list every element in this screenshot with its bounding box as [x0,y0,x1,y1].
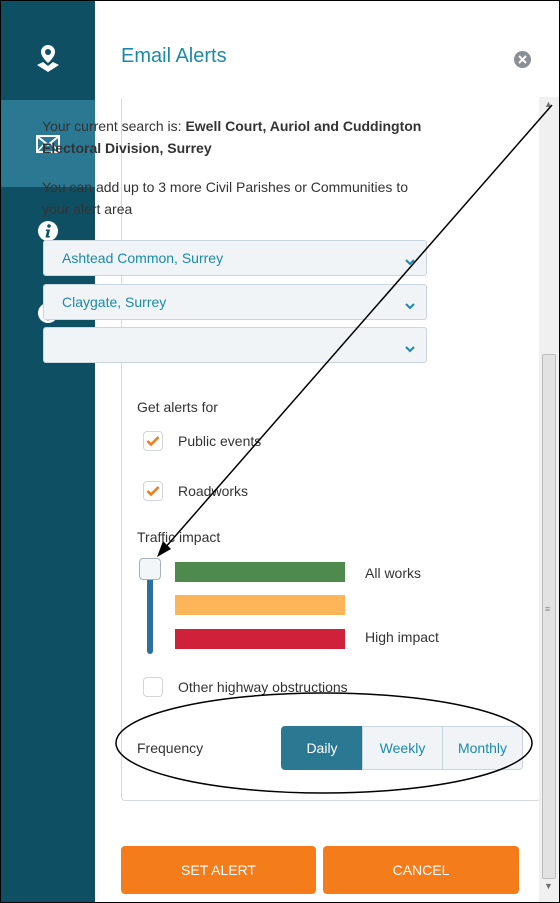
panel-title: Email Alerts [121,45,227,67]
get-alerts-heading: Get alerts for [137,399,218,415]
traffic-impact-slider-track[interactable] [147,568,153,654]
email-alerts-window: Email Alerts Your current search is: Ewe… [0,0,560,903]
set-alert-button[interactable]: SET ALERT [121,846,316,894]
chevron-down-icon [405,340,415,358]
area-select-3[interactable] [43,327,427,363]
info-icon [37,220,59,242]
frequency-daily-button[interactable]: Daily [281,726,363,770]
scroll-up-arrow-icon[interactable]: ▲ [544,99,553,109]
scroll-grip-icon: ≡ [545,604,551,614]
close-icon [518,51,527,69]
checkmark-icon [146,486,160,497]
frequency-weekly-button[interactable]: Weekly [362,726,443,770]
scroll-down-arrow-icon[interactable]: ▼ [544,881,553,891]
frequency-label: Frequency [137,740,204,756]
chevron-down-icon [405,253,415,271]
impact-level-all-label: All works [365,565,422,581]
checkmark-icon [146,436,160,447]
add-areas-hint: You can add up to 3 more Civil Parishes … [42,179,408,217]
scrollbar-thumb[interactable] [542,354,556,879]
obstructions-label: Other highway obstructions [178,679,348,695]
public-events-checkbox[interactable] [143,431,163,451]
traffic-impact-heading: Traffic impact [137,529,221,545]
impact-level-high-bar [175,629,345,649]
area-select-1-value: Ashtead Common, Surrey [62,250,224,266]
obstructions-checkbox[interactable] [143,677,163,697]
roadworks-checkbox[interactable] [143,481,163,501]
traffic-impact-slider-handle[interactable] [139,558,161,580]
sidebar-item-map[interactable] [1,14,95,101]
impact-level-high-label: High impact [365,629,439,645]
area-select-2[interactable]: Claygate, Surrey [43,284,427,320]
cancel-button[interactable]: CANCEL [323,846,519,894]
chevron-down-icon [405,297,415,315]
current-search-prefix: Your current search is: [42,118,186,134]
area-select-1[interactable]: Ashtead Common, Surrey [43,240,427,276]
impact-level-all-bar [175,562,345,582]
area-select-2-value: Claygate, Surrey [62,294,167,310]
map-marker-icon [35,43,61,73]
public-events-label: Public events [178,433,262,449]
close-button[interactable] [514,51,531,68]
impact-level-medium-bar [175,595,345,615]
current-search-text: Your current search is: Ewell Court, Aur… [42,115,422,159]
roadworks-label: Roadworks [178,483,249,499]
frequency-monthly-button[interactable]: Monthly [442,726,523,770]
